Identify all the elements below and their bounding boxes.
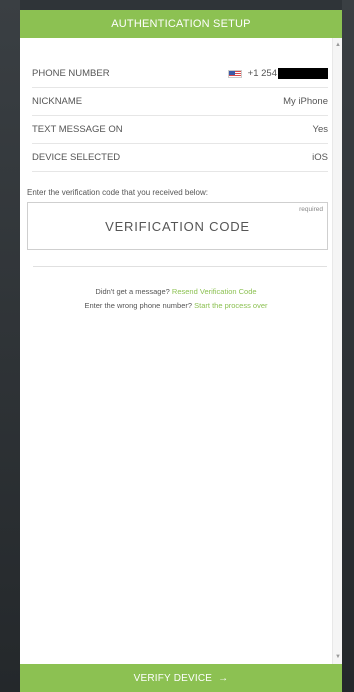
scroll-up-icon[interactable]: ▲ [333, 40, 343, 50]
verify-device-label: VERIFY DEVICE [133, 672, 213, 684]
detail-row-phone: PHONE NUMBER +1 254 [32, 60, 328, 88]
phone-number-value: +1 254 [247, 68, 277, 79]
scroll-down-icon[interactable]: ▼ [333, 652, 343, 662]
detail-value: +1 254 [227, 68, 328, 79]
start-over-link[interactable]: Start the process over [194, 301, 267, 310]
verification-instruction: Enter the verification code that you rec… [27, 188, 208, 197]
us-flag-icon [227, 69, 242, 78]
help-text: Didn't get a message? Resend Verificatio… [20, 285, 332, 313]
redacted-block [278, 68, 328, 79]
panel-content: PHONE NUMBER +1 254 NICKNAME My iPhone T… [20, 38, 332, 646]
restart-line: Enter the wrong phone number? Start the … [20, 299, 332, 313]
authentication-panel: AUTHENTICATION SETUP PHONE NUMBER +1 254… [20, 10, 342, 692]
required-label: required [299, 206, 323, 213]
detail-label: TEXT MESSAGE ON [32, 124, 123, 135]
detail-label: NICKNAME [32, 96, 83, 107]
detail-value: Yes [312, 124, 329, 135]
background-right [342, 0, 354, 692]
detail-row-nickname: NICKNAME My iPhone [32, 88, 328, 116]
panel-header: AUTHENTICATION SETUP [20, 10, 342, 38]
detail-label: PHONE NUMBER [32, 68, 110, 79]
verification-code-box: required [27, 202, 328, 250]
detail-value: My iPhone [283, 96, 328, 107]
panel-title: AUTHENTICATION SETUP [111, 18, 251, 30]
restart-prompt: Enter the wrong phone number? [84, 301, 193, 310]
scrollbar[interactable]: ▲ ▼ [332, 38, 342, 664]
verify-device-button[interactable]: VERIFY DEVICE → [20, 664, 342, 692]
divider [33, 266, 327, 267]
detail-value: iOS [312, 152, 328, 163]
detail-label: DEVICE SELECTED [32, 152, 121, 163]
verification-code-input[interactable] [28, 203, 327, 249]
resend-prompt: Didn't get a message? [95, 287, 170, 296]
detail-row-device: DEVICE SELECTED iOS [32, 144, 328, 172]
device-details: PHONE NUMBER +1 254 NICKNAME My iPhone T… [32, 60, 328, 172]
resend-code-link[interactable]: Resend Verification Code [172, 287, 257, 296]
arrow-right-icon: → [218, 672, 229, 684]
background-left [0, 0, 20, 692]
resend-line: Didn't get a message? Resend Verificatio… [20, 285, 332, 299]
detail-row-text-message: TEXT MESSAGE ON Yes [32, 116, 328, 144]
